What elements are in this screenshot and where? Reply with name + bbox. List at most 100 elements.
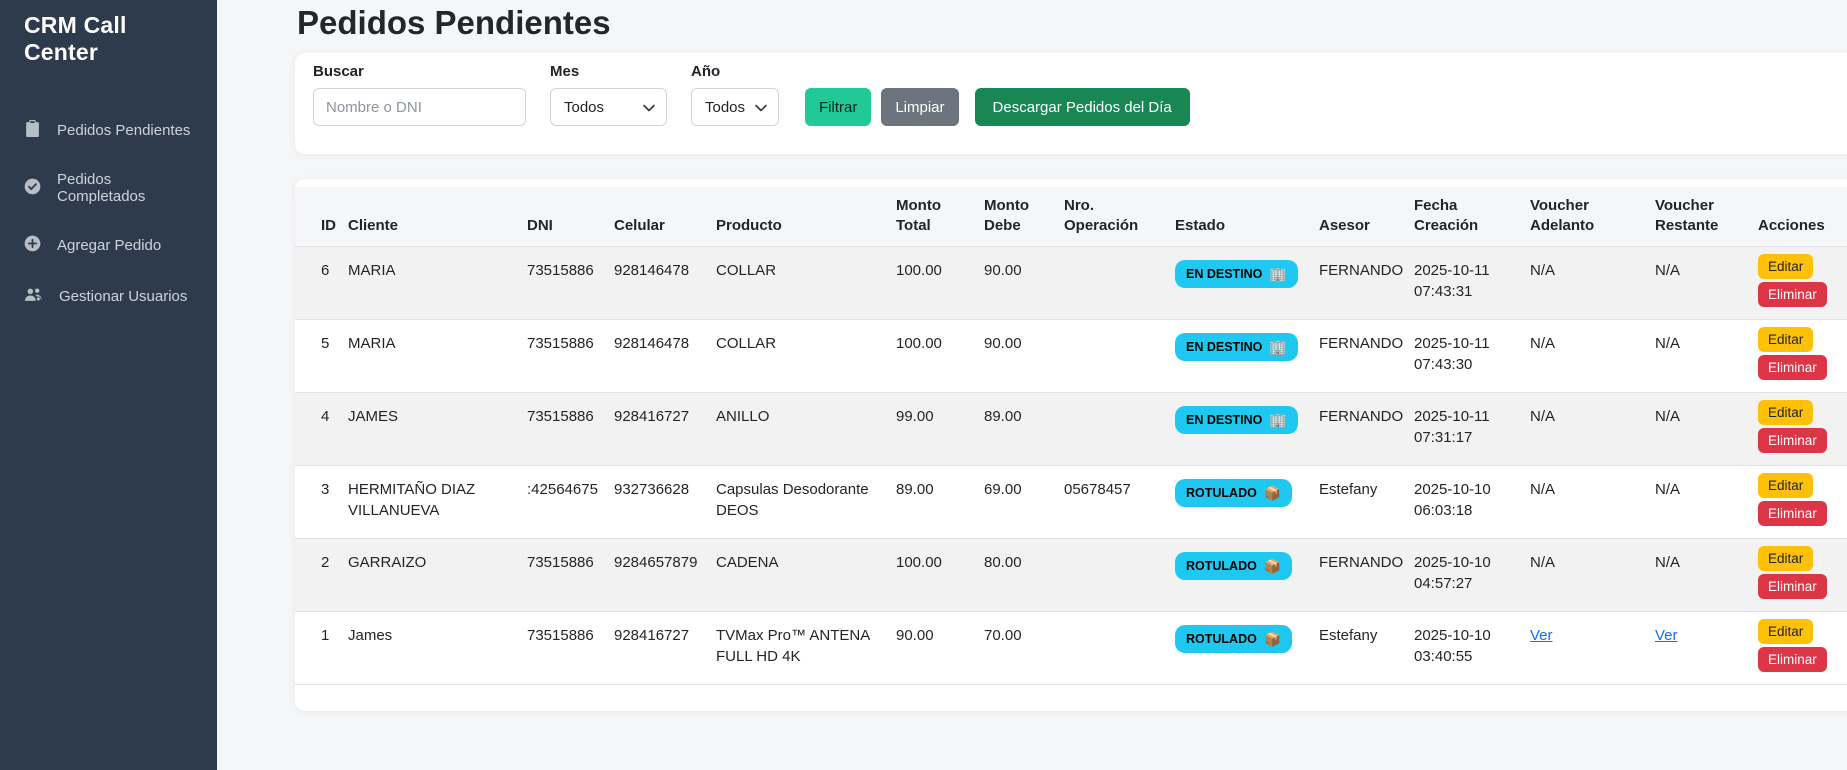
voucher-ver-link[interactable]: Ver (1655, 627, 1678, 644)
descargar-pedidos-button[interactable]: Descargar Pedidos del Día (975, 88, 1190, 126)
sidebar-item-gestionar-usuarios[interactable]: Gestionar Usuarios (0, 276, 217, 317)
cell-monto-debe: 80.00 (984, 539, 1064, 612)
eliminar-button[interactable]: Eliminar (1758, 501, 1827, 526)
voucher-value: N/A (1530, 408, 1555, 425)
voucher-value: N/A (1655, 481, 1680, 498)
main-content: Pedidos Pendientes Buscar Mes Todos Año … (217, 0, 1847, 770)
cell-celular: 928416727 (614, 612, 716, 685)
sidebar-item-agregar-pedido[interactable]: Agregar Pedido (0, 225, 217, 266)
editar-button[interactable]: Editar (1758, 473, 1813, 498)
cell-monto-debe: 90.00 (984, 320, 1064, 393)
status-emoji-icon: 🏢 (1269, 340, 1286, 354)
cell-voucher-restante: N/A (1655, 247, 1758, 320)
status-label: ROTULADO (1186, 633, 1257, 646)
cell-monto-debe: 69.00 (984, 466, 1064, 539)
voucher-ver-link[interactable]: Ver (1530, 627, 1553, 644)
column-header: Producto (716, 187, 896, 247)
table-row: 3HERMITAÑO DIAZ VILLANUEVA:4256467593273… (295, 466, 1847, 539)
mes-select[interactable]: Todos (550, 88, 667, 126)
voucher-value: N/A (1655, 262, 1680, 279)
editar-button[interactable]: Editar (1758, 254, 1813, 279)
cell-celular: 928146478 (614, 320, 716, 393)
eliminar-button[interactable]: Eliminar (1758, 647, 1827, 672)
cell-monto-debe: 89.00 (984, 393, 1064, 466)
chevron-down-icon (643, 99, 655, 116)
eliminar-button[interactable]: Eliminar (1758, 282, 1827, 307)
cell-monto-total: 100.00 (896, 247, 984, 320)
cell-producto: COLLAR (716, 320, 896, 393)
buscar-group: Buscar (313, 63, 526, 126)
cell-celular: 928146478 (614, 247, 716, 320)
cell-voucher-adelanto: Ver (1530, 612, 1655, 685)
cell-cliente: James (348, 612, 527, 685)
column-header: Voucher Adelanto (1530, 187, 1655, 247)
cell-fecha-creacion: 2025-10-10 06:03:18 (1414, 466, 1530, 539)
cell-id: 6 (295, 247, 348, 320)
cell-acciones: Editar Eliminar (1758, 539, 1847, 612)
status-emoji-icon: 📦 (1264, 559, 1281, 573)
chevron-down-icon (755, 99, 767, 116)
cell-asesor: FERNANDO (1319, 393, 1414, 466)
cell-voucher-restante: N/A (1655, 466, 1758, 539)
cell-voucher-adelanto: N/A (1530, 466, 1655, 539)
cell-producto: ANILLO (716, 393, 896, 466)
cell-estado: ROTULADO📦 (1175, 539, 1319, 612)
cell-id: 3 (295, 466, 348, 539)
status-emoji-icon: 🏢 (1269, 267, 1286, 281)
cell-asesor: Estefany (1319, 466, 1414, 539)
eliminar-button[interactable]: Eliminar (1758, 574, 1827, 599)
cell-fecha-creacion: 2025-10-10 04:57:27 (1414, 539, 1530, 612)
ano-select[interactable]: Todos (691, 88, 779, 126)
cell-fecha-creacion: 2025-10-11 07:31:17 (1414, 393, 1530, 466)
eliminar-button[interactable]: Eliminar (1758, 428, 1827, 453)
cell-id: 1 (295, 612, 348, 685)
cell-producto: Capsulas Desodorante DEOS (716, 466, 896, 539)
mes-group: Mes Todos (550, 63, 667, 126)
cell-estado: EN DESTINO🏢 (1175, 393, 1319, 466)
editar-button[interactable]: Editar (1758, 327, 1813, 352)
column-header: Estado (1175, 187, 1319, 247)
cell-estado: ROTULADO📦 (1175, 466, 1319, 539)
filter-card: Buscar Mes Todos Año Todos Filtrar Limpi… (295, 53, 1847, 154)
column-header: Asesor (1319, 187, 1414, 247)
cell-voucher-adelanto: N/A (1530, 393, 1655, 466)
editar-button[interactable]: Editar (1758, 400, 1813, 425)
eliminar-button[interactable]: Eliminar (1758, 355, 1827, 380)
cell-producto: CADENA (716, 539, 896, 612)
clipboard-icon (24, 120, 41, 141)
status-emoji-icon: 📦 (1264, 632, 1281, 646)
table-head: IDClienteDNICelularProductoMonto TotalMo… (295, 187, 1847, 247)
status-badge: EN DESTINO🏢 (1175, 260, 1298, 288)
sidebar-item-pedidos-pendientes[interactable]: Pedidos Pendientes (0, 110, 217, 151)
status-badge: EN DESTINO🏢 (1175, 333, 1298, 361)
buscar-label: Buscar (313, 63, 526, 80)
cell-voucher-restante: N/A (1655, 320, 1758, 393)
cell-nro-operacion (1064, 247, 1175, 320)
limpiar-button[interactable]: Limpiar (881, 88, 958, 126)
cell-monto-total: 89.00 (896, 466, 984, 539)
status-badge: ROTULADO 📦 (1175, 625, 1292, 653)
editar-button[interactable]: Editar (1758, 546, 1813, 571)
table-row: 5MARIA73515886928146478COLLAR100.0090.00… (295, 320, 1847, 393)
cell-estado: ROTULADO 📦 (1175, 612, 1319, 685)
cell-cliente: MARIA (348, 247, 527, 320)
filtrar-button[interactable]: Filtrar (805, 88, 871, 126)
sidebar-item-pedidos-completados[interactable]: Pedidos Completados (0, 161, 217, 215)
check-circle-icon (24, 178, 41, 199)
sidebar-item-label: Agregar Pedido (57, 237, 161, 254)
cell-producto: COLLAR (716, 247, 896, 320)
editar-button[interactable]: Editar (1758, 619, 1813, 644)
status-badge: ROTULADO📦 (1175, 552, 1292, 580)
cell-id: 5 (295, 320, 348, 393)
voucher-value: N/A (1655, 335, 1680, 352)
cell-id: 4 (295, 393, 348, 466)
column-header: ID (295, 187, 348, 247)
app-title: CRM Call Center (24, 12, 193, 66)
ano-group: Año Todos (691, 63, 779, 126)
orders-table: IDClienteDNICelularProductoMonto TotalMo… (295, 187, 1847, 685)
table-row: 1James73515886928416727TVMax Pro™ ANTENA… (295, 612, 1847, 685)
cell-monto-debe: 90.00 (984, 247, 1064, 320)
ano-label: Año (691, 63, 779, 80)
voucher-value: N/A (1655, 408, 1680, 425)
search-input[interactable] (313, 88, 526, 126)
